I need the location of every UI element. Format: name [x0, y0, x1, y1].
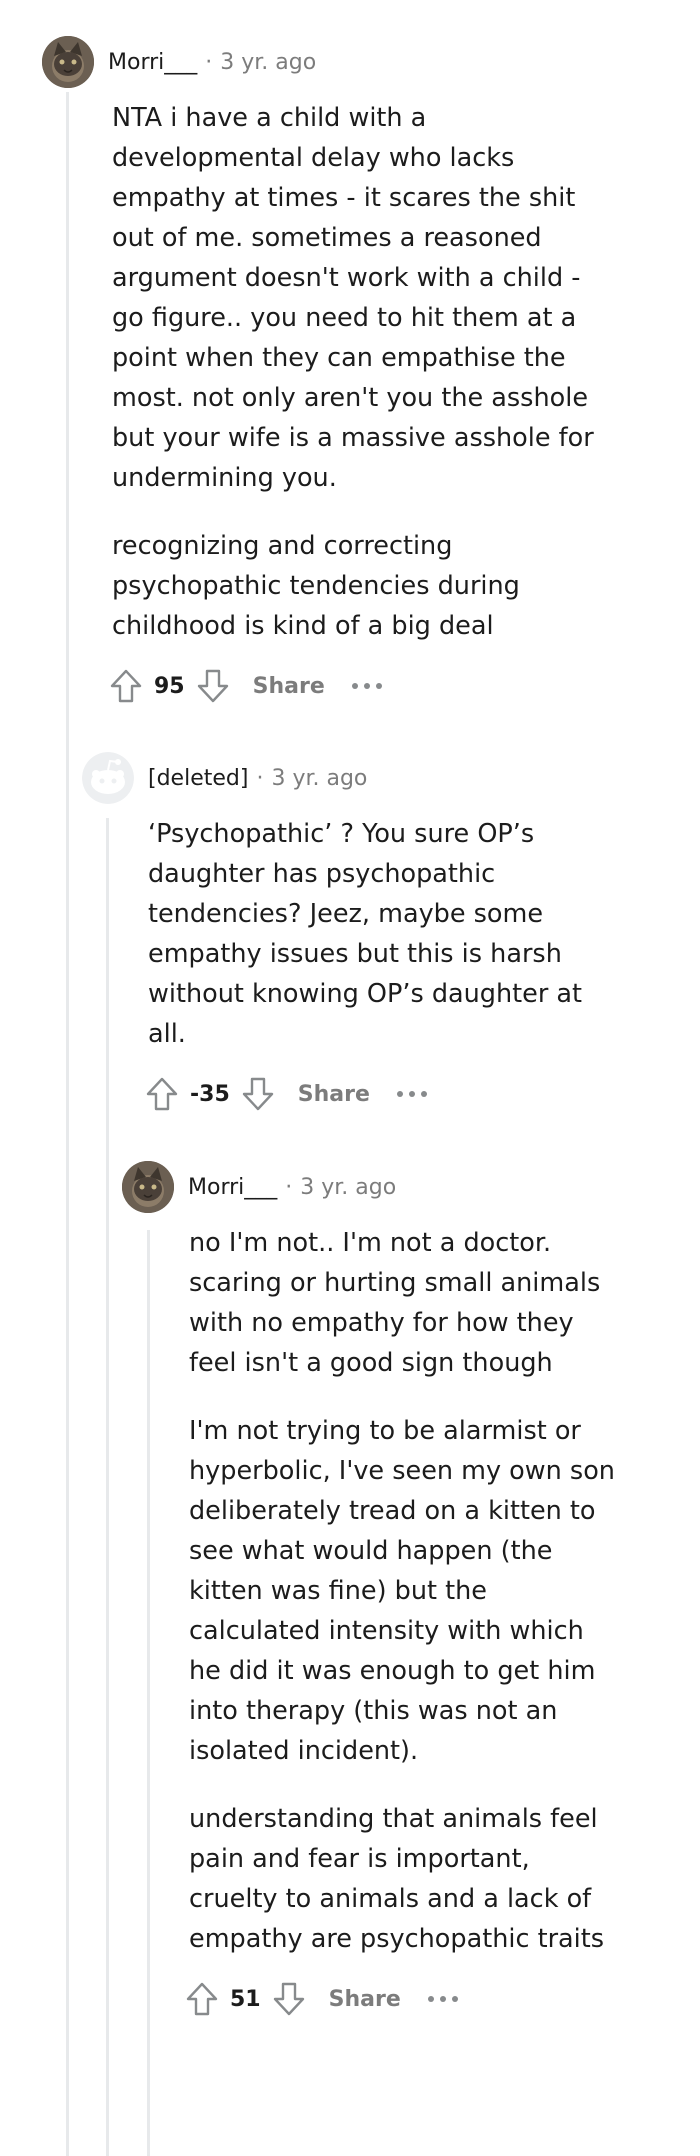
username[interactable]: Morri___	[108, 50, 197, 75]
vote-score: 51	[230, 1986, 261, 2012]
username[interactable]: Morri___	[188, 1175, 277, 1200]
comment-actions: -35 Share	[144, 1072, 642, 1116]
user-avatar[interactable]	[42, 36, 94, 88]
share-button[interactable]: Share	[253, 674, 325, 699]
comment-paragraph: recognizing and correcting psychopathic …	[112, 531, 520, 641]
upvote-arrow-icon[interactable]	[144, 1075, 180, 1113]
upvote-arrow-icon[interactable]	[184, 1980, 220, 2018]
share-button[interactable]: Share	[298, 1082, 370, 1107]
meta-separator: ·	[256, 765, 264, 791]
comment: [deleted] · 3 yr. ago ‘Psychopathic’ ? Y…	[82, 750, 642, 1116]
comment-actions: 51 Share	[184, 1977, 682, 2021]
downvote-arrow-icon[interactable]	[271, 1980, 307, 2018]
meta-separator: ·	[285, 1174, 293, 1200]
downvote-arrow-icon[interactable]	[240, 1075, 276, 1113]
comment-paragraph: no I'm not.. I'm not a doctor. scaring o…	[189, 1228, 601, 1378]
downvote-arrow-icon[interactable]	[195, 667, 231, 705]
user-avatar	[82, 752, 134, 804]
comment: Morri___ · 3 yr. ago NTA i have a child …	[42, 34, 602, 708]
timestamp[interactable]: 3 yr. ago	[271, 766, 367, 791]
comment-header: [deleted] · 3 yr. ago	[82, 750, 642, 806]
timestamp[interactable]: 3 yr. ago	[220, 50, 316, 75]
vote-score: -35	[190, 1081, 230, 1107]
comment-header: Morri___ · 3 yr. ago	[122, 1159, 682, 1215]
vote-score: 95	[154, 673, 185, 699]
deleted-user-avatar-icon	[82, 752, 134, 804]
comment-paragraph: ‘Psychopathic’ ? You sure OP’s daughter …	[148, 819, 583, 1049]
more-options-icon[interactable]	[351, 682, 383, 690]
cat-avatar-icon	[42, 36, 94, 88]
comment-header: Morri___ · 3 yr. ago	[42, 34, 602, 90]
cat-avatar-icon	[122, 1161, 174, 1213]
more-options-icon[interactable]	[427, 1995, 459, 2003]
username: [deleted]	[148, 765, 249, 791]
comment-paragraph: understanding that animals feel pain and…	[189, 1804, 605, 1954]
more-options-icon[interactable]	[396, 1090, 428, 1098]
comment: Morri___ · 3 yr. ago no I'm not.. I'm no…	[122, 1159, 682, 2021]
comment-body: NTA i have a child with a developmental …	[112, 98, 602, 646]
user-avatar[interactable]	[122, 1161, 174, 1213]
comment-body: ‘Psychopathic’ ? You sure OP’s daughter …	[148, 814, 598, 1054]
comment-paragraph: NTA i have a child with a developmental …	[112, 103, 594, 493]
upvote-arrow-icon[interactable]	[108, 667, 144, 705]
comment-body: no I'm not.. I'm not a doctor. scaring o…	[189, 1223, 619, 1959]
comment-actions: 95 Share	[108, 664, 602, 708]
share-button[interactable]: Share	[329, 1987, 401, 2012]
timestamp[interactable]: 3 yr. ago	[300, 1175, 396, 1200]
comment-paragraph: I'm not trying to be alarmist or hyperbo…	[189, 1416, 615, 1766]
meta-separator: ·	[205, 49, 213, 75]
